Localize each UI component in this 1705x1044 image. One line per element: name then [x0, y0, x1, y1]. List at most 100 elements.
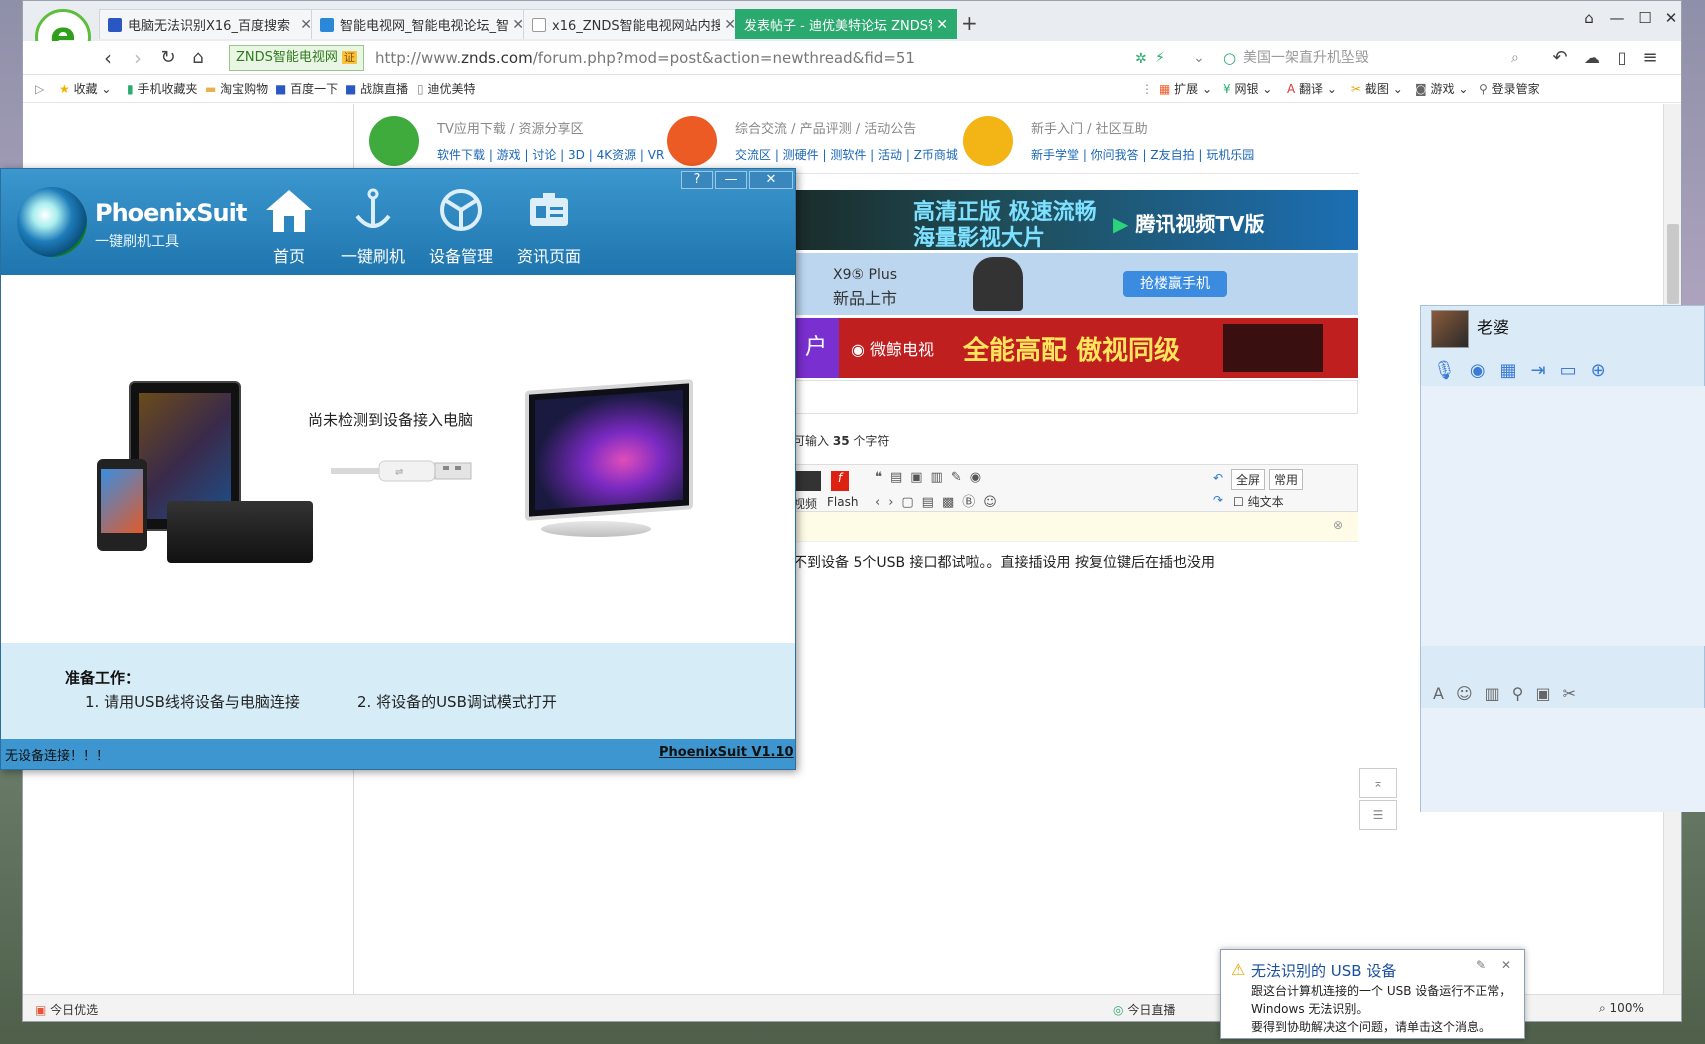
undo-icon[interactable]: ↶	[1547, 46, 1573, 70]
today-picks[interactable]: ▣ 今日优选	[35, 1001, 98, 1018]
bookmark-zhanqi[interactable]: ■ 战旗直播	[345, 80, 408, 98]
skin-icon[interactable]: ⌂	[1575, 7, 1603, 29]
scroll-thumb[interactable]	[1667, 224, 1679, 304]
editor-tools-row2[interactable]: ‹›▢▤▩Ⓑ☺	[875, 491, 1005, 510]
today-live[interactable]: ◎ 今日直播	[1113, 1001, 1175, 1018]
close-icon[interactable]: ✕	[1501, 958, 1511, 972]
nav-news[interactable]: 资讯页面	[509, 183, 589, 273]
tool-label: 截图	[1364, 82, 1389, 96]
bookmark-mobile[interactable]: ▮ 手机收藏夹	[127, 80, 197, 98]
search-input[interactable]: ○ 美国一架直升机坠毁 ⌕	[1221, 45, 1531, 71]
nav-flash[interactable]: 一键刷机	[333, 183, 413, 273]
svg-text:⇌: ⇌	[395, 467, 403, 478]
dropdown-chevron-icon[interactable]: ⌄	[1193, 50, 1205, 66]
category-links[interactable]: 软件下载 | 游戏 | 讨论 | 3D | 4K资源 | VR	[437, 146, 664, 163]
plain-text-toggle[interactable]: ☐ 纯文本	[1233, 493, 1284, 510]
tab-close-icon[interactable]: ✕	[936, 17, 948, 33]
tool-translate[interactable]: A 翻译 ⌄	[1287, 80, 1337, 98]
list-view-button[interactable]: ☰	[1359, 800, 1397, 830]
speed-lightning-icon[interactable]: ⚡	[1155, 50, 1165, 66]
refresh-icon[interactable]: ↻	[155, 46, 181, 70]
search-icon[interactable]: ⌕	[1511, 45, 1519, 71]
usb-notification[interactable]: ⚠ 无法识别的 USB 设备 ✎ ✕ 跟这台计算机连接的一个 USB 设备运行不…	[1220, 949, 1525, 1039]
flash-label: Flash	[827, 495, 859, 509]
flash-icon[interactable]: f	[831, 471, 849, 491]
chat-input[interactable]	[1421, 708, 1705, 812]
phone-icon[interactable]: ▯	[1609, 46, 1635, 70]
nav-home[interactable]: 首页	[249, 183, 329, 273]
maximize-button[interactable]: ☐	[1631, 7, 1659, 29]
zhanqi-icon: ■	[345, 82, 357, 96]
close-notice-icon[interactable]: ⊗	[1333, 518, 1343, 532]
bookmark-taobao[interactable]: ▬ 淘宝购物	[205, 80, 268, 98]
zoom-level[interactable]: ⌕ 100%	[1599, 1001, 1644, 1016]
category-title: TV应用下载 / 资源分享区	[437, 122, 584, 137]
more-icon[interactable]: ⋮	[1141, 80, 1153, 98]
settings-icon[interactable]: ✎	[1476, 958, 1486, 972]
tab-znds-search[interactable]: x16_ZNDS智能电视网站内搜索 ✕	[523, 9, 745, 39]
phoenixsuit-main: 尚未检测到设备接入电脑 ⇌	[1, 275, 795, 643]
navigation-bar: ‹ › ↻ ⌂ ZNDS智能电视网证 http://www.znds.com/f…	[23, 41, 1681, 75]
tab-znds-forum[interactable]: 智能电视网_智能电视论坛_智能电 ✕	[311, 9, 533, 39]
url-prefix: http://www.	[375, 49, 462, 67]
bookmark-baidu[interactable]: ■ 百度一下	[275, 80, 338, 98]
ad-banner-tencent[interactable]: 高清正版 极速流畅 海量影视大片 ▶ 腾讯视频TV版	[793, 190, 1358, 251]
ad-banner-phone[interactable]: X9⑤ Plus 新品上市 抢楼赢手机	[793, 253, 1358, 315]
editor-body[interactable]: 不到设备 5个USB 接口都试啦。。直接插设用 按复位键后在插也没用	[793, 552, 1215, 572]
avatar[interactable]	[1431, 310, 1469, 348]
chat-toolbar-input[interactable]: A☺▥⚲▣✂	[1433, 684, 1588, 703]
close-button[interactable]: ✕	[749, 171, 793, 189]
bookmark-label: 手机收藏夹	[137, 82, 198, 96]
bookmark-favorites[interactable]: ★ 收藏 ⌄	[59, 80, 111, 98]
notification-line-2: Windows 无法识别。	[1251, 1002, 1369, 1016]
video-clapper-icon[interactable]	[793, 471, 821, 491]
site-badge[interactable]: ZNDS智能电视网证	[229, 45, 364, 71]
page-icon	[532, 17, 546, 32]
nav-label: 一键刷机	[340, 247, 405, 266]
sidebar-toggle-icon[interactable]: ▷	[35, 80, 44, 98]
nav-device-management[interactable]: 设备管理	[421, 183, 501, 273]
tool-screenshot[interactable]: ✂ 截图 ⌄	[1351, 80, 1403, 98]
fullscreen-button[interactable]: 全屏	[1231, 469, 1266, 490]
tool-games[interactable]: ◙ 游戏 ⌄	[1415, 80, 1468, 98]
common-button[interactable]: 常用	[1269, 469, 1304, 490]
tool-login-manager[interactable]: ⚲ 登录管家	[1479, 80, 1540, 98]
new-tab-button[interactable]: +	[961, 11, 978, 35]
cloud-icon[interactable]: ☁	[1579, 46, 1605, 70]
bookmark-diyoumeite[interactable]: ▯ 迪优美特	[417, 80, 475, 98]
address-bar[interactable]: http://www.znds.com/forum.php?mod=post&a…	[375, 45, 1095, 71]
tool-label: 登录管家	[1491, 82, 1540, 96]
tv-box-image	[167, 501, 313, 563]
scroll-top-button[interactable]: ⌅	[1359, 768, 1397, 798]
ad-banner-whaley[interactable]: 户 ◉ 微鲸电视 全能高配 傲视同级	[793, 318, 1358, 378]
category-links[interactable]: 新手学堂 | 你问我答 | Z友自拍 | 玩机乐园	[1031, 146, 1254, 163]
tab-label: 智能电视网_智能电视论坛_智能电	[340, 19, 509, 34]
subject-input[interactable]	[793, 380, 1358, 414]
home-icon[interactable]: ⌂	[185, 46, 211, 70]
phone-image	[97, 459, 147, 551]
chat-toolbar-top[interactable]: 🎙◉▦⇥▭⊕	[1433, 360, 1620, 381]
security-shield-icon[interactable]: ✲	[1135, 51, 1147, 67]
category-links[interactable]: 交流区 | 测硬件 | 测软件 | 活动 | Z币商城	[735, 146, 958, 163]
back-arrow-icon[interactable]: ‹	[95, 46, 121, 70]
menu-icon[interactable]: ≡	[1637, 46, 1663, 70]
minimize-button[interactable]: —	[1603, 7, 1631, 29]
tool-extensions[interactable]: ▦ 扩展 ⌄	[1159, 80, 1212, 98]
tool-label: 游戏	[1430, 82, 1455, 96]
close-window-button[interactable]: ✕	[1657, 7, 1681, 29]
tab-baidu-search[interactable]: 电脑无法识别X16_百度搜索 ✕	[99, 9, 321, 39]
tab-new-thread[interactable]: 发表帖子 - 迪优美特论坛 ZNDS智 ✕	[735, 9, 957, 39]
help-button[interactable]: ?	[681, 171, 713, 189]
tool-bank[interactable]: ¥ 网银 ⌄	[1223, 80, 1272, 98]
forward-arrow-icon[interactable]: ›	[125, 46, 151, 70]
bookmark-label: 战旗直播	[360, 82, 409, 96]
minimize-button[interactable]: —	[715, 171, 747, 189]
undo-arrow-icon[interactable]: ↶	[1213, 471, 1223, 485]
redo-arrow-icon[interactable]: ↷	[1213, 493, 1223, 507]
notification-line-1: 跟这台计算机连接的一个 USB 设备运行不正常，	[1251, 984, 1512, 998]
editor-tools-row1[interactable]: ❝▤▣▥✎◉	[875, 470, 989, 485]
version-link[interactable]: PhoenixSuit V1.10	[659, 745, 794, 760]
app-title: PhoenixSuit	[95, 199, 247, 227]
pin-icon	[667, 116, 717, 166]
banner-cta-button[interactable]: 抢楼赢手机	[1123, 271, 1227, 297]
